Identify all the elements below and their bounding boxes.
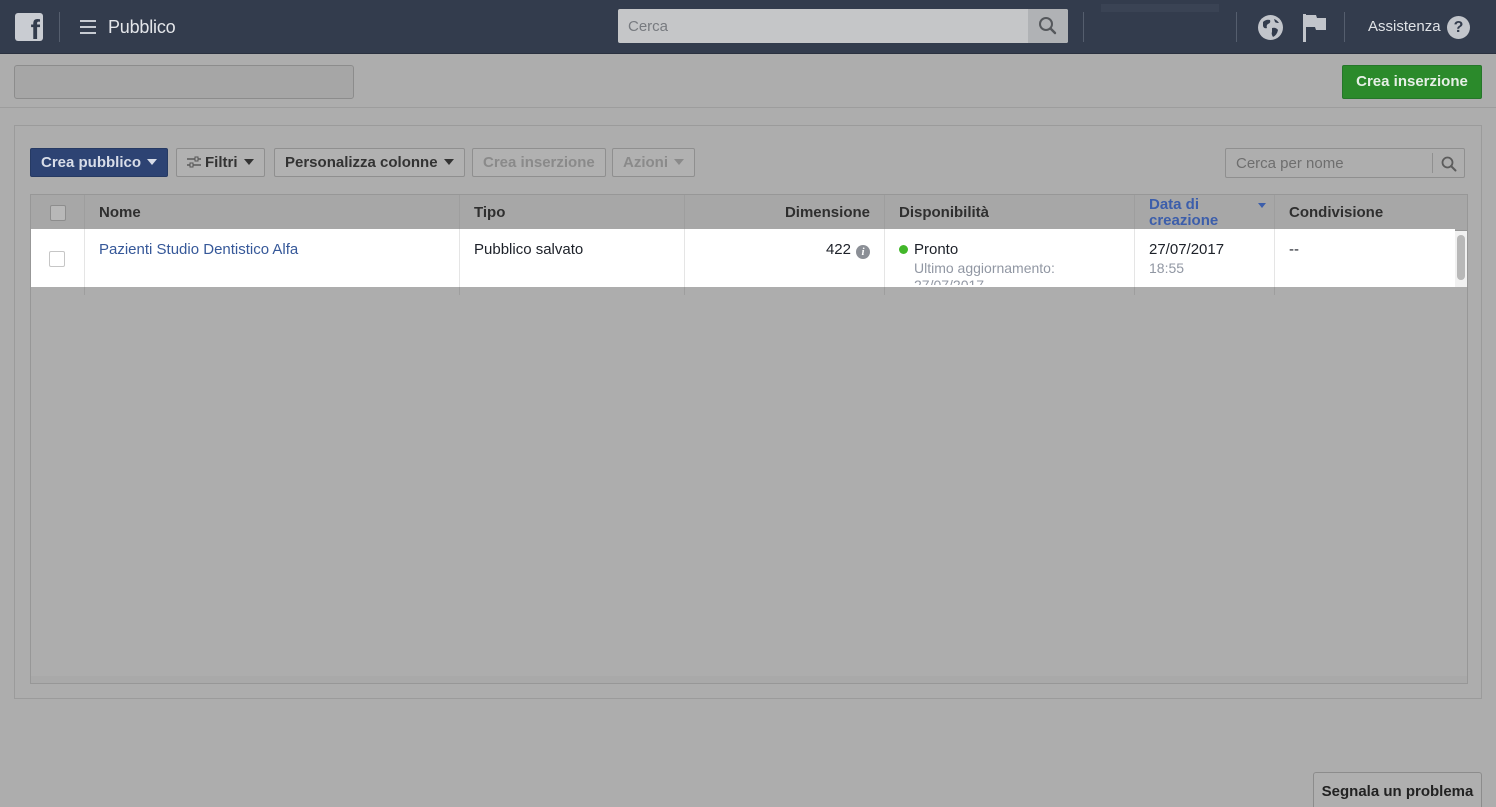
global-search-input[interactable] xyxy=(618,9,1028,43)
audience-size-cell: 422 i xyxy=(684,241,870,259)
search-icon xyxy=(1039,17,1057,35)
global-search xyxy=(618,9,1068,43)
audience-size: 422 xyxy=(825,241,851,258)
facebook-logo-icon[interactable]: f xyxy=(15,13,43,41)
actions-label: Azioni xyxy=(623,154,668,171)
hamburger-menu-icon[interactable] xyxy=(80,20,96,34)
create-audience-button[interactable]: Crea pubblico xyxy=(30,148,169,177)
filters-button[interactable]: Filtri xyxy=(176,148,265,177)
audience-type: Pubblico salvato xyxy=(474,241,584,258)
chevron-down-icon xyxy=(147,159,158,165)
last-update-label: Ultimo aggiornamento: xyxy=(914,260,1055,276)
ad-account-selector[interactable] xyxy=(14,65,354,99)
created-time: 18:55 xyxy=(1149,260,1185,276)
availability-cell: Pronto Ultimo aggiornamento: 27/07/2017 xyxy=(899,241,1055,285)
cell-divider xyxy=(884,229,885,287)
sliders-icon xyxy=(187,156,201,168)
column-header-availability[interactable]: Disponibilità xyxy=(884,195,1134,231)
column-header-created-line1: Data di xyxy=(1149,196,1200,213)
chevron-down-icon xyxy=(443,159,454,165)
facebook-logo-glyph: f xyxy=(30,14,40,42)
created-cell: 27/07/2017 18:55 xyxy=(1149,241,1224,276)
chevron-down-icon xyxy=(674,159,684,165)
name-search xyxy=(1225,148,1465,178)
global-search-button[interactable] xyxy=(1028,9,1068,43)
topbar-divider xyxy=(1083,12,1084,42)
sort-descending-icon xyxy=(1258,203,1266,208)
topbar-divider xyxy=(1344,12,1345,42)
help-link[interactable]: Assistenza xyxy=(1368,18,1441,35)
report-problem-button[interactable]: Segnala un problema xyxy=(1313,772,1482,807)
help-icon[interactable]: ? xyxy=(1447,16,1470,39)
top-navigation-bar: f Pubblico Assistenza ? xyxy=(0,0,1496,54)
cell-divider xyxy=(1134,229,1135,287)
create-ad-button[interactable]: Crea inserzione xyxy=(1342,65,1482,99)
create-ad-toolbar-button[interactable]: Crea inserzione xyxy=(472,148,606,177)
column-header-type[interactable]: Tipo xyxy=(459,195,684,231)
actions-button[interactable]: Azioni xyxy=(612,148,695,177)
audience-name-link[interactable]: Pazienti Studio Dentistico Alfa xyxy=(99,241,298,258)
status-ready-dot-icon xyxy=(899,245,908,254)
select-all-checkbox[interactable] xyxy=(50,205,66,221)
globe-icon[interactable] xyxy=(1257,14,1284,41)
cell-divider xyxy=(1274,229,1275,287)
app-title: Pubblico xyxy=(108,17,176,37)
horizontal-scrollbar[interactable] xyxy=(31,676,1467,683)
audiences-table: Nome Tipo Dimensione Disponibilità Data … xyxy=(30,194,1468,684)
cell-divider xyxy=(84,229,85,287)
account-bar: Crea inserzione xyxy=(0,54,1496,108)
row-checkbox[interactable] xyxy=(49,251,65,267)
column-header-size[interactable]: Dimensione xyxy=(684,195,884,231)
customize-columns-label: Personalizza colonne xyxy=(285,154,438,171)
filters-label: Filtri xyxy=(205,154,238,171)
create-audience-label: Crea pubblico xyxy=(41,154,142,171)
table-row[interactable]: Pazienti Studio Dentistico Alfa Pubblico… xyxy=(31,229,1455,287)
scrollbar-thumb[interactable] xyxy=(1457,235,1465,280)
column-header-created[interactable]: Data di creazione xyxy=(1134,195,1274,231)
account-placeholder xyxy=(1101,4,1219,12)
info-icon[interactable]: i xyxy=(856,245,870,259)
column-header-created-line2: creazione xyxy=(1149,212,1219,229)
cell-divider xyxy=(459,229,460,287)
flag-icon[interactable] xyxy=(1300,12,1328,44)
availability-status: Pronto xyxy=(914,241,959,258)
created-date: 27/07/2017 xyxy=(1149,241,1225,258)
table-header: Nome Tipo Dimensione Disponibilità Data … xyxy=(31,195,1467,231)
vertical-scrollbar[interactable] xyxy=(1455,231,1467,287)
column-header-name[interactable]: Nome xyxy=(84,195,459,231)
column-header-sharing[interactable]: Condivisione xyxy=(1274,195,1454,231)
name-search-divider xyxy=(1432,153,1433,173)
sharing-value: -- xyxy=(1289,241,1299,258)
last-update-date: 27/07/2017 xyxy=(914,277,985,285)
name-search-input[interactable] xyxy=(1226,149,1431,177)
topbar-divider xyxy=(59,12,60,42)
chevron-down-icon xyxy=(243,159,254,165)
search-icon[interactable] xyxy=(1440,155,1458,173)
customize-columns-button[interactable]: Personalizza colonne xyxy=(274,148,465,177)
topbar-divider xyxy=(1236,12,1237,42)
